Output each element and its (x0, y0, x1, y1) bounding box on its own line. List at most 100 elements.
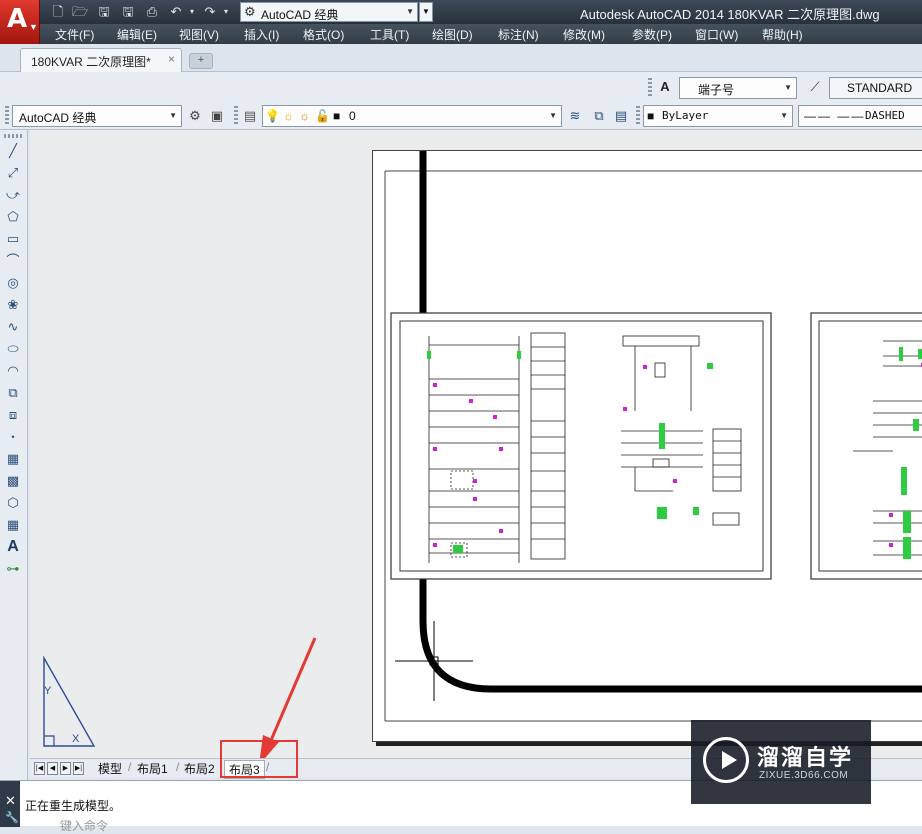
color-value: ByLayer (662, 109, 709, 122)
toolbar-grip[interactable] (4, 134, 24, 138)
menu-draw[interactable]: 绘图(D) (432, 26, 473, 43)
ellipse-arc-icon[interactable]: ◠ (3, 361, 23, 381)
lightbulb-icon: 💡 (265, 109, 280, 123)
layer-previous-icon[interactable]: ⧉ (589, 106, 609, 126)
hatch-icon[interactable]: ▦ (3, 449, 23, 469)
chevron-down-icon: ▼ (780, 111, 788, 120)
save-icon[interactable]: 🖫 (96, 4, 112, 20)
customize-icon[interactable]: ▣ (207, 106, 227, 126)
undo-dropdown-icon[interactable]: ▾ (184, 4, 200, 20)
table-icon[interactable]: ▦ (3, 515, 23, 535)
file-tab-label: 180KVAR 二次原理图* (31, 55, 151, 69)
text-style-icon[interactable]: A (655, 77, 675, 97)
draw-toolbar: ╱ ⤢ ⤻ ⬠ ▭ ⌒ ◎ ❀ ∿ ⬭ ◠ ⧉ ⧈ • ▦ ▩ ⬡ ▦ A ⊶ (0, 130, 28, 780)
gradient-icon[interactable]: ▩ (3, 471, 23, 491)
quick-access-customize-button[interactable]: ▼ (419, 2, 433, 22)
svg-text:X: X (72, 733, 80, 745)
menu-file[interactable]: 文件(F) (55, 26, 94, 43)
chevron-down-icon: ▼ (29, 22, 38, 32)
watermark: 溜溜自学 ZIXUE.3D66.COM (691, 720, 871, 804)
layer-properties-icon[interactable]: ▤ (240, 106, 260, 126)
circle-icon[interactable]: ◎ (3, 273, 23, 293)
workspace-settings-icon[interactable]: ⚙ (185, 106, 205, 126)
new-tab-button[interactable]: + (189, 53, 213, 69)
menu-dimension[interactable]: 标注(N) (498, 26, 539, 43)
layout-paper (372, 141, 922, 742)
insert-block-icon[interactable]: ⧉ (3, 383, 23, 403)
layer-select[interactable]: 💡 ☼ ☼ 🔓 ■ 0 ▼ (262, 105, 562, 127)
save-as-icon[interactable]: 🖫 (120, 4, 136, 20)
watermark-brand: 溜溜自学 (757, 746, 854, 771)
close-icon[interactable]: ✕ (5, 793, 16, 809)
text-style-value: 端子号 (698, 83, 735, 97)
previous-tab-icon[interactable]: ◀ (47, 762, 58, 775)
linetype-value: DASHED (865, 109, 905, 122)
open-file-icon[interactable]: 🗁 (72, 4, 88, 20)
next-tab-icon[interactable]: ▶ (60, 762, 71, 775)
make-current-layer-icon[interactable]: ≋ (565, 106, 585, 126)
chevron-down-icon: ▼ (169, 111, 177, 120)
chevron-down-icon: ▼ (549, 111, 557, 120)
toolbar-grip[interactable] (234, 106, 238, 126)
redo-dropdown-icon[interactable]: ▾ (218, 4, 234, 20)
make-block-icon[interactable]: ⧈ (3, 405, 23, 425)
ellipse-icon[interactable]: ⬭ (3, 339, 23, 359)
last-tab-icon[interactable]: ▶| (73, 762, 84, 775)
toolbar-grip[interactable] (636, 106, 640, 126)
toolbar-grip[interactable] (648, 78, 652, 98)
layer-states-icon[interactable]: ▤ (611, 106, 631, 126)
linetype-select[interactable]: —— —— DASHED (798, 105, 922, 127)
tab-layout1[interactable]: 布局1 (137, 760, 168, 777)
file-tab-bar: 180KVAR 二次原理图* × + (0, 44, 922, 72)
add-selected-icon[interactable]: ⊶ (3, 559, 23, 579)
layer-name: 0 (349, 109, 356, 123)
window-title: Autodesk AutoCAD 2014 180KVAR 二次原理图.dwg (580, 7, 880, 22)
revision-cloud-icon[interactable]: ❀ (3, 295, 23, 315)
wrench-icon[interactable]: 🔧 (5, 811, 19, 824)
menu-edit[interactable]: 编辑(E) (117, 26, 157, 43)
polygon-icon[interactable]: ⬠ (3, 207, 23, 227)
new-file-icon[interactable]: 🗋 (50, 4, 66, 20)
tab-model[interactable]: 模型 (98, 760, 122, 777)
drawing-area[interactable]: Y X (30, 130, 922, 765)
svg-text:Y: Y (44, 685, 52, 697)
close-icon[interactable]: × (168, 52, 175, 66)
menu-tools[interactable]: 工具(T) (370, 26, 409, 43)
multiline-text-icon[interactable]: A (3, 537, 23, 557)
undo-icon[interactable]: ↶ (168, 4, 184, 20)
command-line-sidebar: ✕ 🔧 (0, 781, 20, 827)
redo-icon[interactable]: ↷ (202, 4, 218, 20)
application-menu-button[interactable]: A ▼ (0, 0, 40, 44)
arc-icon[interactable]: ⌒ (3, 251, 23, 271)
file-tab[interactable]: 180KVAR 二次原理图* × (20, 48, 182, 72)
autocad-logo-icon: A (7, 4, 28, 34)
schematic-drawing (384, 141, 922, 722)
first-tab-icon[interactable]: |◀ (34, 762, 45, 775)
layer-color-swatch: ■ (333, 109, 341, 123)
text-style-select[interactable]: 端子号 ▼ (679, 77, 797, 99)
line-icon[interactable]: ╱ (3, 141, 23, 161)
point-icon[interactable]: • (3, 427, 23, 447)
rectangle-icon[interactable]: ▭ (3, 229, 23, 249)
dimension-style-icon[interactable]: ⟋ (805, 77, 825, 97)
menu-view[interactable]: 视图(V) (179, 26, 219, 43)
plot-icon[interactable]: ⎙ (144, 4, 160, 20)
menu-parametric[interactable]: 参数(P) (632, 26, 672, 43)
workspace-selector[interactable]: ⚙ AutoCAD 经典 ▼ (240, 2, 418, 22)
region-icon[interactable]: ⬡ (3, 493, 23, 513)
toolbar-grip[interactable] (5, 106, 9, 126)
dimension-style-select[interactable]: STANDARD (829, 77, 922, 99)
layers-toolbar: AutoCAD 经典 ▼ ⚙ ▣ ▤ 💡 ☼ ☼ 🔓 ■ 0 ▼ ≋ ⧉ ▤ ■… (0, 102, 922, 130)
menu-modify[interactable]: 修改(M) (563, 26, 605, 43)
construction-line-icon[interactable]: ⤢ (3, 163, 23, 183)
color-select[interactable]: ■ ByLayer ▼ (643, 105, 793, 127)
tab-layout2[interactable]: 布局2 (184, 760, 215, 777)
polyline-icon[interactable]: ⤻ (3, 185, 23, 205)
menu-insert[interactable]: 插入(I) (244, 26, 279, 43)
menu-window[interactable]: 窗口(W) (695, 26, 738, 43)
menu-help[interactable]: 帮助(H) (762, 26, 803, 43)
workspace-toolbar-select[interactable]: AutoCAD 经典 ▼ (12, 105, 182, 127)
spline-icon[interactable]: ∿ (3, 317, 23, 337)
menu-format[interactable]: 格式(O) (303, 26, 344, 43)
sun-lock-icon: ☼ (299, 109, 310, 123)
